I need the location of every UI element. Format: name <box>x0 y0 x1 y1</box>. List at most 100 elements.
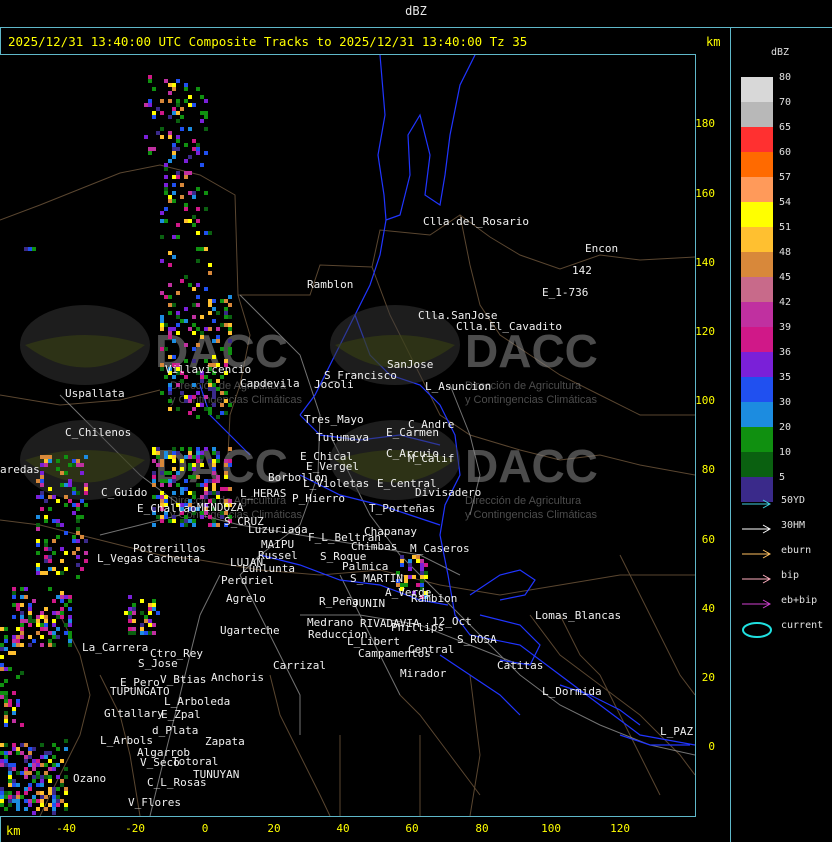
echo-cell <box>160 347 164 351</box>
echo-cell <box>172 235 176 239</box>
echo-cell <box>172 183 176 187</box>
echo-cell <box>144 615 148 619</box>
track-arrow-icon <box>742 524 772 534</box>
echo-cell <box>72 487 76 491</box>
echo-cell <box>408 567 412 571</box>
echo-cell <box>168 303 172 307</box>
echo-cell <box>24 799 28 803</box>
legend-level-label: 45 <box>779 272 792 283</box>
echo-cell <box>196 327 200 331</box>
place-label: SanJose <box>387 358 433 371</box>
echo-cell <box>192 347 196 351</box>
echo-cell <box>184 523 188 527</box>
echo-cell <box>56 627 60 631</box>
echo-cell <box>168 115 172 119</box>
echo-cell <box>64 531 68 535</box>
echo-cell <box>0 655 4 659</box>
echo-cell <box>196 231 200 235</box>
echo-cell <box>156 455 160 459</box>
echo-cell <box>128 631 132 635</box>
echo-cell <box>216 451 220 455</box>
echo-cell <box>200 379 204 383</box>
echo-cell <box>172 111 176 115</box>
track-arrow-icon <box>742 574 772 584</box>
echo-cell <box>420 579 424 583</box>
echo-cell <box>212 467 216 471</box>
echo-cell <box>32 639 36 643</box>
echo-cell <box>164 295 168 299</box>
place-label: Zapata <box>205 735 245 748</box>
echo-cell <box>40 783 44 787</box>
echo-cell <box>144 103 148 107</box>
place-label: Ozano <box>73 772 106 785</box>
echo-cell <box>164 183 168 187</box>
echo-cell <box>128 611 132 615</box>
echo-cell <box>176 311 180 315</box>
echo-cell <box>24 619 28 623</box>
echo-cell <box>148 75 152 79</box>
echo-cell <box>24 807 28 811</box>
echo-cell <box>160 363 164 367</box>
watermark-brand-4: DACC <box>465 440 598 492</box>
echo-cell <box>36 495 40 499</box>
echo-cell <box>4 711 8 715</box>
echo-cell <box>0 791 4 795</box>
echo-cell <box>420 563 424 567</box>
echo-cell <box>56 519 60 523</box>
echo-cell <box>200 119 204 123</box>
legend-level-label: 35 <box>779 372 792 383</box>
echo-cell <box>12 779 16 783</box>
place-label: Clla.El_Cavadito <box>456 320 562 333</box>
echo-cell <box>220 347 224 351</box>
echo-cell <box>36 527 40 531</box>
echo-cell <box>148 603 152 607</box>
echo-cell <box>180 487 184 491</box>
echo-cell <box>172 479 176 483</box>
echo-cell <box>200 495 204 499</box>
echo-cell <box>64 739 68 743</box>
echo-cell <box>180 391 184 395</box>
echo-cell <box>168 99 172 103</box>
watermark-line2-4: y Contingencias Climáticas <box>465 509 598 521</box>
echo-cell <box>164 451 168 455</box>
echo-cell <box>224 471 228 475</box>
echo-cell <box>204 487 208 491</box>
echo-cell <box>204 127 208 131</box>
echo-cell <box>196 187 200 191</box>
echo-cell <box>424 563 428 567</box>
echo-cell <box>4 715 8 719</box>
x-tick-label: 120 <box>610 822 630 835</box>
echo-cell <box>416 559 420 563</box>
echo-cell <box>168 295 172 299</box>
legend-swatch <box>741 77 773 102</box>
echo-cell <box>420 571 424 575</box>
place-label: P_Hierro <box>292 492 345 505</box>
echo-cell <box>200 315 204 319</box>
echo-cell <box>20 635 24 639</box>
echo-cell <box>412 555 416 559</box>
echo-cell <box>60 591 64 595</box>
echo-cell <box>32 795 36 799</box>
echo-cell <box>228 403 232 407</box>
echo-cell <box>156 463 160 467</box>
echo-cell <box>172 459 176 463</box>
echo-cell <box>0 799 4 803</box>
echo-cell <box>68 607 72 611</box>
radar-map[interactable]: DACC Dirección de Agricultura y Continge… <box>0 55 695 816</box>
echo-cell <box>0 743 4 747</box>
echo-cell <box>196 151 200 155</box>
echo-cell <box>48 775 52 779</box>
place-label: V_Flores <box>128 796 181 809</box>
echo-cell <box>200 335 204 339</box>
place-label: C_Guido <box>101 486 147 499</box>
echo-cell <box>200 451 204 455</box>
echo-cell <box>8 775 12 779</box>
echo-cell <box>4 743 8 747</box>
echo-cell <box>176 451 180 455</box>
legend-level-label: 48 <box>779 247 792 258</box>
legend-swatch <box>741 327 773 352</box>
echo-cell <box>56 535 60 539</box>
echo-cell <box>68 619 72 623</box>
echo-cell <box>16 635 20 639</box>
echo-cell <box>160 135 164 139</box>
